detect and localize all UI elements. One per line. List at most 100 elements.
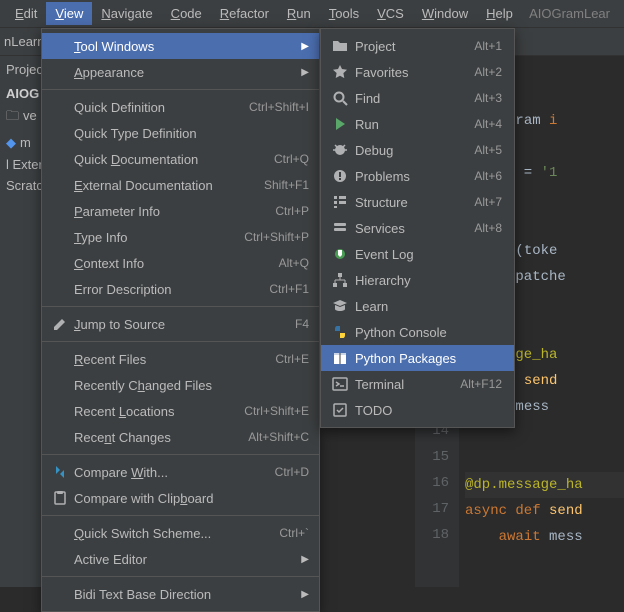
- gutter-line-number: 17: [415, 496, 449, 522]
- problems-icon: [329, 168, 351, 184]
- menubar-item-code[interactable]: Code: [162, 2, 211, 25]
- toolwindow-item-label: Event Log: [355, 247, 502, 262]
- toolwindow-item-hierarchy[interactable]: Hierarchy: [321, 267, 514, 293]
- project-node[interactable]: AIOG: [0, 83, 45, 104]
- menu-item-compare-with-clipboard[interactable]: Compare with Clipboard: [42, 485, 319, 511]
- menu-item-label: Recent Files: [74, 352, 267, 367]
- code-line[interactable]: async def send: [465, 498, 624, 524]
- todo-icon: [329, 402, 351, 418]
- project-node-label: AIOG: [6, 86, 39, 101]
- code-line[interactable]: @dp.message_ha: [465, 472, 624, 498]
- menu-item-label: Recent Changes: [74, 430, 240, 445]
- run-icon: [329, 116, 351, 132]
- menu-item-quick-switch-scheme[interactable]: Quick Switch Scheme...Ctrl+`: [42, 520, 319, 546]
- project-node[interactable]: Scratc: [0, 175, 45, 196]
- menu-item-shortcut: Ctrl+E: [275, 352, 309, 366]
- project-panel-header: Project: [0, 56, 45, 83]
- menu-item-external-documentation[interactable]: External DocumentationShift+F1: [42, 172, 319, 198]
- toolwindow-item-event-log[interactable]: Event Log: [321, 241, 514, 267]
- toolwindow-item-label: Python Console: [355, 325, 502, 340]
- code-line[interactable]: await mess: [465, 524, 624, 550]
- blank-icon: [50, 525, 70, 541]
- submenu-arrow-icon: ▶: [301, 589, 309, 600]
- menu-item-parameter-info[interactable]: Parameter InfoCtrl+P: [42, 198, 319, 224]
- project-node[interactable]: l Exter: [0, 154, 45, 175]
- menu-item-tool-windows[interactable]: Tool Windows▶: [42, 33, 319, 59]
- blank-icon: [50, 351, 70, 367]
- breadcrumb-text: nLearn: [4, 34, 44, 49]
- toolwindow-item-label: Problems: [355, 169, 466, 184]
- blank-icon: [50, 125, 70, 141]
- project-node-label: ve: [23, 108, 37, 123]
- menu-item-shortcut: Ctrl+Shift+E: [244, 404, 309, 418]
- blank-icon: [50, 586, 70, 602]
- toolwindow-item-find[interactable]: FindAlt+3: [321, 85, 514, 111]
- code-line[interactable]: [465, 446, 624, 472]
- blank-icon: [50, 281, 70, 297]
- menu-item-shortcut: Alt+Q: [279, 256, 309, 270]
- blank-icon: [50, 177, 70, 193]
- menubar-item-run[interactable]: Run: [278, 2, 320, 25]
- toolwindow-item-structure[interactable]: StructureAlt+7: [321, 189, 514, 215]
- toolwindow-item-todo[interactable]: TODO: [321, 397, 514, 423]
- menubar-item-help[interactable]: Help: [477, 2, 522, 25]
- menu-item-recent-locations[interactable]: Recent LocationsCtrl+Shift+E: [42, 398, 319, 424]
- menu-item-appearance[interactable]: Appearance▶: [42, 59, 319, 85]
- submenu-arrow-icon: ▶: [301, 67, 309, 78]
- toolwindow-item-problems[interactable]: ProblemsAlt+6: [321, 163, 514, 189]
- toolwindow-item-label: Structure: [355, 195, 466, 210]
- menubar-item-window[interactable]: Window: [413, 2, 477, 25]
- menubar-item-tools[interactable]: Tools: [320, 2, 368, 25]
- toolwindow-item-shortcut: Alt+2: [474, 65, 502, 79]
- toolwindow-item-terminal[interactable]: TerminalAlt+F12: [321, 371, 514, 397]
- menubar-item-navigate[interactable]: Navigate: [92, 2, 161, 25]
- menu-item-bidi-text-base-direction[interactable]: Bidi Text Base Direction ▶: [42, 581, 319, 607]
- menu-item-shortcut: Ctrl+Shift+I: [249, 100, 309, 114]
- menubar-item-edit[interactable]: Edit: [6, 2, 46, 25]
- menu-item-label: Context Info: [74, 256, 271, 271]
- view-menu-dropdown: Tool Windows▶Appearance▶ Quick Definition…: [41, 28, 320, 612]
- menu-item-quick-documentation[interactable]: Quick DocumentationCtrl+Q: [42, 146, 319, 172]
- toolwindow-item-debug[interactable]: DebugAlt+5: [321, 137, 514, 163]
- toolwindow-item-python-packages[interactable]: Python Packages: [321, 345, 514, 371]
- menubar-item-refactor[interactable]: Refactor: [211, 2, 278, 25]
- menu-item-quick-type-definition[interactable]: Quick Type Definition: [42, 120, 319, 146]
- services-icon: [329, 220, 351, 236]
- search-icon: [329, 90, 351, 106]
- menu-item-recent-files[interactable]: Recent Files Ctrl+E: [42, 346, 319, 372]
- toolwindow-item-project[interactable]: ProjectAlt+1: [321, 33, 514, 59]
- project-node[interactable]: 🗀ve: [0, 104, 45, 132]
- submenu-arrow-icon: ▶: [301, 554, 309, 565]
- menu-item-type-info[interactable]: Type InfoCtrl+Shift+P: [42, 224, 319, 250]
- menu-item-label: Quick Switch Scheme...: [74, 526, 271, 541]
- menubar-item-vcs[interactable]: VCS: [368, 2, 413, 25]
- toolwindow-item-services[interactable]: ServicesAlt+8: [321, 215, 514, 241]
- menu-item-active-editor[interactable]: Active Editor▶: [42, 546, 319, 572]
- toolwindow-item-python-console[interactable]: Python Console: [321, 319, 514, 345]
- menu-item-label: Jump to Source: [74, 317, 287, 332]
- menu-item-recent-changes[interactable]: Recent ChangesAlt+Shift+C: [42, 424, 319, 450]
- menu-separator: [42, 341, 319, 342]
- blank-icon: [50, 151, 70, 167]
- pyconsole-icon: [329, 324, 351, 340]
- code-line[interactable]: [465, 550, 624, 576]
- menu-item-recently-changed-files[interactable]: Recently Changed Files: [42, 372, 319, 398]
- project-node[interactable]: ◆m: [0, 132, 45, 154]
- edit-icon: [50, 316, 70, 332]
- menu-item-label: Recently Changed Files: [74, 378, 309, 393]
- menu-item-label: Bidi Text Base Direction: [74, 587, 293, 602]
- menu-item-context-info[interactable]: Context Info Alt+Q: [42, 250, 319, 276]
- toolwindow-item-label: Project: [355, 39, 466, 54]
- menu-item-label: Compare With...: [74, 465, 267, 480]
- menu-item-jump-to-source[interactable]: Jump to SourceF4: [42, 311, 319, 337]
- blank-icon: [50, 64, 70, 80]
- menubar-item-view[interactable]: View: [46, 2, 92, 25]
- menu-item-quick-definition[interactable]: Quick DefinitionCtrl+Shift+I: [42, 94, 319, 120]
- toolwindow-item-label: Services: [355, 221, 466, 236]
- project-node-label: Scratc: [6, 178, 43, 193]
- menu-item-compare-with[interactable]: Compare With...Ctrl+D: [42, 459, 319, 485]
- toolwindow-item-run[interactable]: RunAlt+4: [321, 111, 514, 137]
- toolwindow-item-favorites[interactable]: FavoritesAlt+2: [321, 59, 514, 85]
- toolwindow-item-learn[interactable]: Learn: [321, 293, 514, 319]
- menu-item-error-description[interactable]: Error DescriptionCtrl+F1: [42, 276, 319, 302]
